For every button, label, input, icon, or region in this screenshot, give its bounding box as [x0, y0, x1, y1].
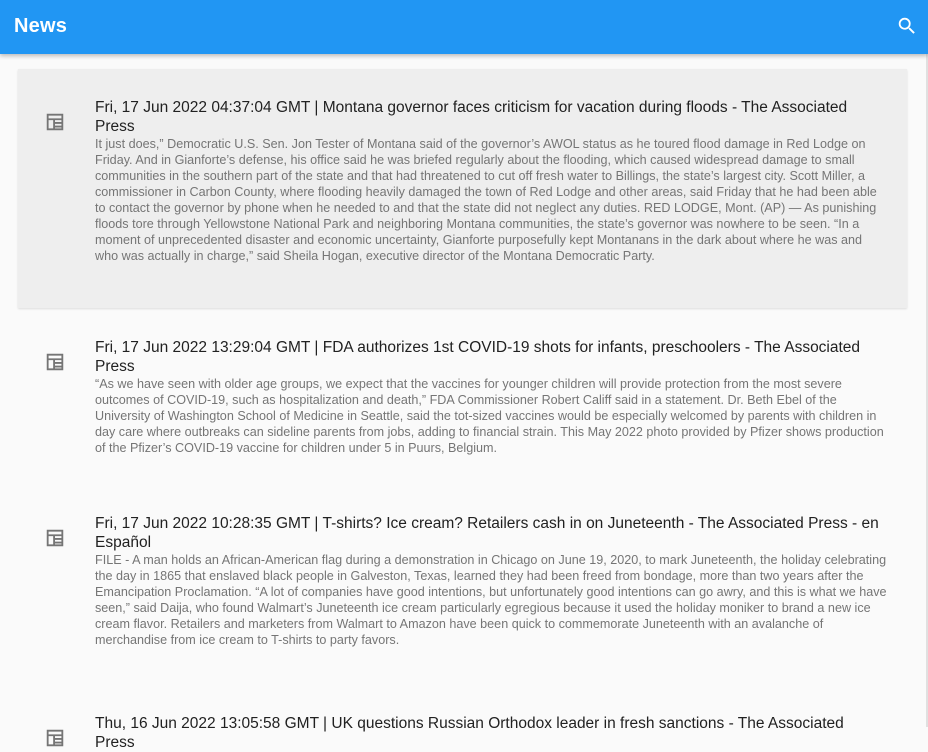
article-icon	[46, 353, 64, 371]
app-title: News	[14, 15, 68, 37]
news-summary: FILE - A man holds an African-American f…	[95, 553, 887, 647]
news-summary: “As we have seen with older age groups, …	[95, 377, 884, 455]
news-headline: Fri, 17 Jun 2022 10:28:35 GMT | T-shirts…	[95, 515, 879, 551]
article-icon	[46, 113, 64, 131]
news-item[interactable]: Fri, 17 Jun 2022 10:28:35 GMT | T-shirts…	[18, 484, 907, 684]
news-item[interactable]: Fri, 17 Jun 2022 04:37:04 GMT | Montana …	[18, 69, 907, 308]
news-item[interactable]: Thu, 16 Jun 2022 13:05:58 GMT | UK quest…	[18, 684, 907, 751]
news-headline: Fri, 17 Jun 2022 13:29:04 GMT | FDA auth…	[95, 339, 861, 375]
search-icon[interactable]	[896, 15, 918, 37]
news-item[interactable]: Fri, 17 Jun 2022 13:29:04 GMT | FDA auth…	[18, 308, 907, 484]
article-icon	[46, 529, 64, 547]
news-summary: It just does,” Democratic U.S. Sen. Jon …	[95, 137, 877, 263]
article-icon	[46, 729, 64, 747]
news-list: Fri, 17 Jun 2022 04:37:04 GMT | Montana …	[18, 69, 907, 751]
app-bar: News	[0, 0, 928, 54]
news-headline: Fri, 17 Jun 2022 04:37:04 GMT | Montana …	[95, 99, 848, 135]
news-headline: Thu, 16 Jun 2022 13:05:58 GMT | UK quest…	[95, 715, 844, 751]
